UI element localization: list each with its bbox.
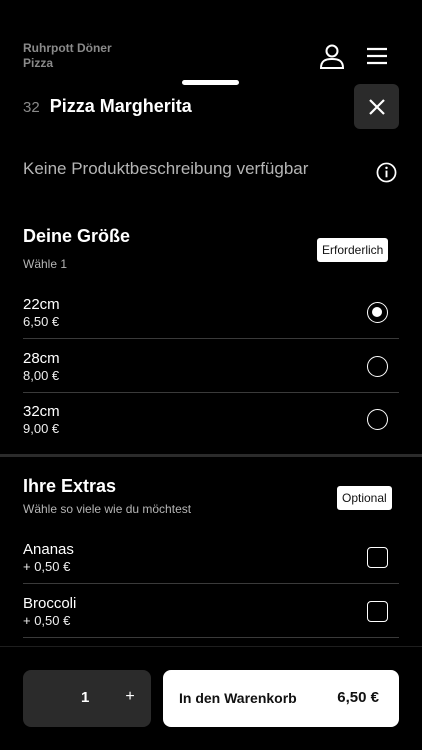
extra-option-price: + 0,50 €	[23, 613, 71, 628]
product-description: Keine Produktbeschreibung verfügbar	[23, 159, 309, 178]
size-option-name: 32cm	[23, 403, 60, 420]
extra-option-price: + 0,50 €	[23, 559, 71, 574]
size-radio[interactable]	[367, 356, 388, 377]
info-icon[interactable]	[376, 162, 397, 183]
extras-section-subtitle: Wähle so viele wie du möchtest	[23, 502, 192, 516]
quantity-value: 1	[81, 689, 90, 706]
add-to-cart-label: In den Warenkorb	[179, 690, 297, 706]
product-number: 32	[23, 99, 40, 116]
extra-option[interactable]: Broccoli + 0,50 €	[23, 585, 399, 638]
increment-button[interactable]: +	[119, 685, 141, 709]
size-option-name: 22cm	[23, 296, 60, 313]
size-section-subtitle: Wähle 1	[23, 257, 68, 271]
extra-option[interactable]: Ananas + 0,50 €	[23, 531, 399, 584]
brand-line-1: Ruhrpott Döner	[23, 41, 112, 55]
product-title-row: 32 Pizza Margherita	[23, 96, 192, 118]
brand-name[interactable]: Ruhrpott Döner Pizza	[23, 41, 112, 71]
size-radio[interactable]	[367, 302, 388, 323]
optional-badge: Optional	[337, 486, 392, 510]
size-option-price: 9,00 €	[23, 421, 60, 436]
add-to-cart-button[interactable]: In den Warenkorb 6,50 €	[163, 670, 399, 727]
app-header: Ruhrpott Döner Pizza	[0, 0, 422, 80]
size-option-price: 6,50 €	[23, 314, 60, 329]
extra-option-name: Broccoli	[23, 595, 77, 612]
menu-icon[interactable]	[364, 43, 390, 69]
section-divider	[0, 454, 422, 457]
required-badge: Erforderlich	[317, 238, 389, 262]
size-option-price: 8,00 €	[23, 368, 60, 383]
size-option[interactable]: 22cm 6,50 €	[23, 286, 399, 339]
size-option[interactable]: 32cm 9,00 €	[23, 393, 399, 446]
extras-section-title: Ihre Extras	[23, 476, 117, 496]
size-section-title: Deine Größe	[23, 226, 131, 246]
extra-option-name: Ananas	[23, 541, 74, 558]
product-name: Pizza Margherita	[49, 96, 192, 116]
extra-checkbox[interactable]	[367, 601, 388, 622]
close-icon	[368, 98, 385, 115]
size-option-name: 28cm	[23, 350, 60, 367]
brand-line-2: Pizza	[23, 56, 54, 70]
sheet-grabber[interactable]	[182, 80, 239, 85]
quantity-stepper[interactable]: 1 +	[23, 670, 151, 727]
size-radio[interactable]	[367, 409, 388, 430]
add-to-cart-price: 6,50 €	[337, 689, 379, 706]
size-option[interactable]: 28cm 8,00 €	[23, 340, 399, 393]
close-button[interactable]	[354, 84, 399, 129]
user-icon[interactable]	[319, 43, 345, 69]
add-to-cart-footer: 1 + In den Warenkorb 6,50 €	[0, 646, 422, 750]
extra-checkbox[interactable]	[367, 547, 388, 568]
